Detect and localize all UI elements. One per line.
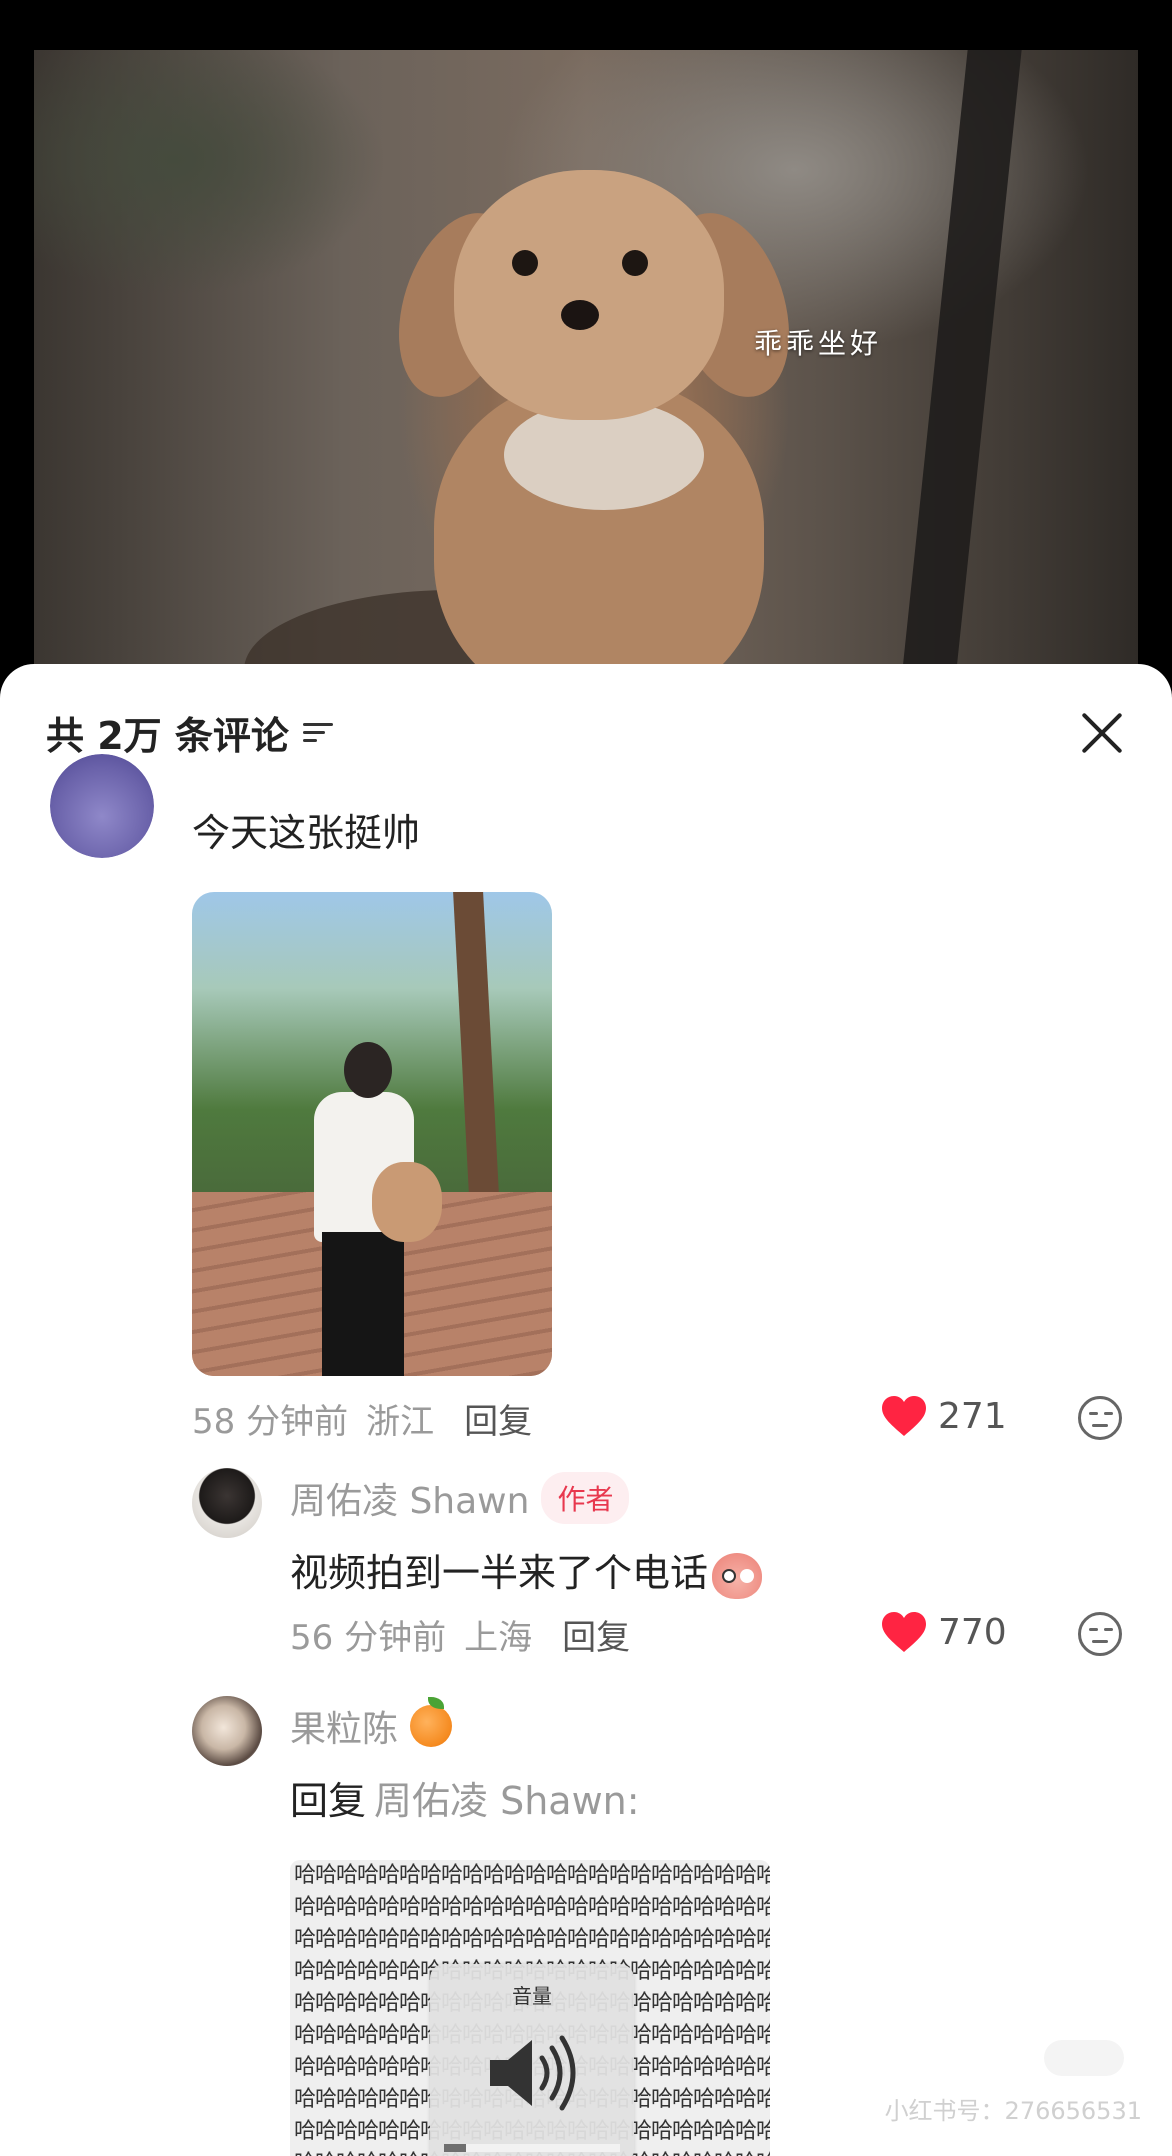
volume-hud: 音量 (430, 1964, 634, 2156)
photo-dog (372, 1162, 442, 1242)
author-name[interactable]: 周佑凌 Shawn (290, 1472, 529, 1524)
comments-count-title: 共 2万 条评论 (46, 713, 289, 758)
video-bg-strap (900, 50, 1022, 690)
haha-row: 哈哈哈哈哈哈哈哈哈哈哈哈哈哈哈哈哈哈哈哈哈哈哈哈 (294, 1927, 770, 1952)
author-reply-content: 视频拍到一半来了个电话 (290, 1551, 709, 1595)
sort-icon[interactable] (302, 717, 337, 747)
speaker-icon (490, 2035, 576, 2111)
dog-head (454, 170, 724, 420)
comment-meta: 58 分钟前 浙江 回复 (192, 1394, 532, 1443)
comments-header: 共 2万 条评论 (46, 704, 337, 760)
photo-tree (453, 892, 501, 1232)
like-button[interactable]: 271 (880, 1394, 1007, 1438)
author-reply-time: 56 分钟前 (290, 1618, 447, 1658)
author-like-count: 770 (938, 1611, 1007, 1653)
like-count: 271 (938, 1395, 1007, 1437)
commenter-avatar[interactable] (50, 754, 154, 858)
volume-label: 音量 (512, 1984, 552, 2008)
haha-row: 哈哈哈哈哈哈哈哈哈哈哈哈哈哈哈哈哈哈哈哈哈哈哈哈 (294, 1863, 770, 1888)
author-reply-location: 上海 (464, 1618, 533, 1658)
guo-reply-to[interactable]: 周佑凌 Shawn: (374, 1779, 640, 1823)
dog-eye-left (512, 250, 538, 276)
haha-row: 哈哈哈哈哈哈哈哈哈哈哈哈哈哈哈哈哈哈哈哈哈哈哈哈 (294, 1895, 770, 1920)
comment-photo[interactable] (192, 892, 552, 1376)
watermark-text: 小红书号：276656531 (884, 2097, 1142, 2125)
watermark-logo (1044, 2040, 1124, 2076)
reply-button[interactable]: 回复 (464, 1394, 532, 1443)
face-icon[interactable] (1078, 1612, 1122, 1656)
heart-icon (882, 1396, 926, 1436)
dog-eye-right (622, 250, 648, 276)
photo-person-head (344, 1042, 392, 1098)
author-reply-text: 视频拍到一半来了个电话 (290, 1542, 763, 1599)
photo-person-pants (322, 1232, 404, 1376)
comment-location: 浙江 (366, 1402, 435, 1442)
sweat-emoji-icon (712, 1552, 763, 1599)
author-reply-meta: 56 分钟前 上海 回复 (290, 1610, 630, 1659)
guo-avatar[interactable] (192, 1696, 262, 1766)
guo-reply-prefix: 回复 (290, 1779, 367, 1823)
heart-icon (882, 1612, 926, 1652)
comment-text: 今天这张挺帅 (192, 811, 421, 855)
video-caption: 乖乖坐好 (754, 327, 883, 360)
author-badge: 作者 (541, 1472, 630, 1524)
volume-level-bar (444, 2144, 620, 2152)
dog-nose (561, 300, 599, 330)
author-name-row: 周佑凌 Shawn 作者 (290, 1472, 630, 1524)
guo-reply-line: 回复 周佑凌 Shawn: (290, 1770, 640, 1825)
author-like-button[interactable]: 770 (880, 1610, 1007, 1654)
close-icon[interactable] (1078, 708, 1126, 756)
guo-name-row: 果粒陈 (290, 1697, 453, 1752)
comments-sheet: 共 2万 条评论 今天这张挺帅 58 分钟前 浙江 回复 271 周佑凌 Sha… (0, 664, 1172, 2156)
video-player[interactable]: 乖乖坐好 (34, 50, 1138, 690)
author-avatar[interactable] (192, 1468, 262, 1538)
guo-name[interactable]: 果粒陈 (290, 1700, 398, 1752)
face-icon[interactable] (1078, 1396, 1122, 1440)
author-reply-button[interactable]: 回复 (562, 1610, 630, 1659)
comment-time: 58 分钟前 (192, 1402, 349, 1442)
orange-emoji-icon (410, 1697, 453, 1747)
